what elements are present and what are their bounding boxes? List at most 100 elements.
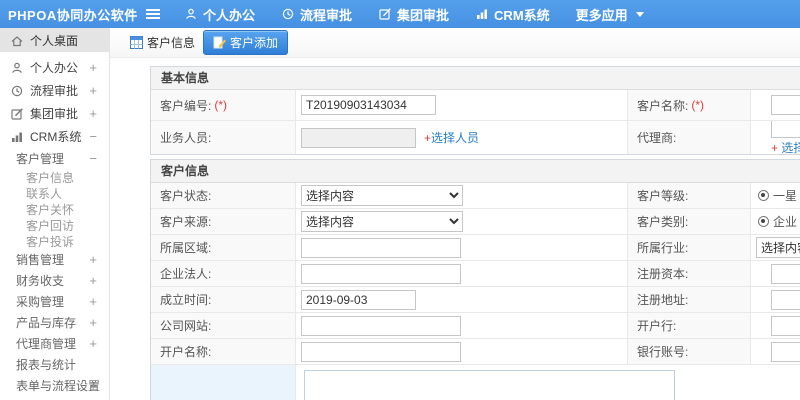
registered-capital-input[interactable] [771, 263, 800, 284]
nav-label: 个人办公 [203, 7, 256, 23]
expand-toggle[interactable]: + [89, 253, 97, 266]
field-label: 业务人员: [160, 131, 212, 145]
nav-crm-system[interactable]: CRM系统 [475, 5, 550, 24]
sidebar-item-label: 销售管理 [16, 253, 65, 267]
sidebar-item-personal-office[interactable]: 个人办公 + [0, 56, 109, 79]
expand-toggle[interactable]: + [89, 316, 97, 329]
sidebar-item-label: 客户回访 [26, 218, 75, 233]
sidebar-item-admin-office[interactable]: 行政办公 + [0, 396, 109, 400]
sidebar-item-label: 集团审批 [30, 107, 79, 121]
sidebar-item-products-inventory[interactable]: 产品与库存 + [0, 312, 109, 333]
sidebar-item-customer-complaint[interactable]: 客户投诉 [0, 233, 109, 249]
expand-toggle[interactable]: + [89, 379, 97, 392]
tab-customer-info[interactable]: 客户信息 [130, 34, 195, 51]
sidebar-item-label: 客户投诉 [26, 234, 75, 249]
tab-label: 客户添加 [230, 36, 279, 50]
field-label: 代理商: [637, 131, 677, 145]
sidebar-item-form-process-settings[interactable]: 表单与流程设置 + [0, 375, 109, 396]
customer-status-select[interactable]: 选择内容 [301, 185, 463, 206]
website-input[interactable] [301, 315, 461, 336]
agent-input[interactable] [771, 121, 800, 138]
field-label: 客户类别: [637, 215, 689, 229]
sidebar-item-sales-management[interactable]: 销售管理 + [0, 249, 109, 270]
sidebar-item-label: 客户关怀 [26, 202, 75, 217]
sidebar-item-purchasing[interactable]: 采购管理 + [0, 291, 109, 312]
required-mark: (*) [691, 98, 705, 112]
nav-personal-office[interactable]: 个人办公 [184, 5, 255, 24]
region-input[interactable] [301, 237, 461, 258]
chart-icon [477, 9, 488, 19]
field-label: 客户等级: [637, 189, 689, 203]
bank-input[interactable] [771, 315, 800, 336]
sidebar-item-customer-management[interactable]: 客户管理 − [0, 148, 109, 169]
collapse-toggle[interactable]: − [89, 152, 97, 165]
expand-toggle[interactable]: + [89, 84, 97, 97]
customer-source-select[interactable]: 选择内容 [301, 211, 463, 232]
industry-select[interactable]: 选择内容 [756, 237, 800, 258]
tab-customer-add[interactable]: 客户添加 [203, 30, 289, 55]
bank-account-input[interactable] [771, 341, 800, 362]
sidebar-item-customer-care[interactable]: 客户关怀 [0, 201, 109, 217]
expand-toggle[interactable]: + [89, 107, 97, 120]
agent-field-cell: + 选择代理商 [751, 121, 800, 154]
caret-down-icon [635, 11, 644, 17]
nav-process-approval[interactable]: 流程审批 [281, 5, 352, 24]
plus-mark: + [771, 140, 779, 155]
legal-person-input[interactable] [301, 263, 461, 284]
sidebar: 个人桌面 个人办公 + 流程审批 + 集团审批 + CRM系统 − 客户管理 −… [0, 28, 110, 400]
expand-toggle[interactable]: + [89, 61, 97, 74]
expand-toggle[interactable]: + [89, 337, 97, 350]
choose-agent-wrap: + 选择代理商 [771, 139, 800, 155]
field-label: 开户行: [637, 319, 677, 333]
customer-name-input[interactable] [771, 95, 800, 115]
nav-more-apps[interactable]: 更多应用 [576, 5, 644, 24]
home-icon [11, 35, 23, 46]
choose-agent-link[interactable]: 选择代理商 [781, 141, 800, 155]
field-label: 开户名称: [160, 345, 212, 359]
sidebar-item-group-approval[interactable]: 集团审批 + [0, 102, 109, 125]
field-label: 客户名称: [637, 98, 689, 113]
registered-address-input[interactable] [771, 289, 800, 310]
person-icon [186, 8, 196, 20]
nav-label: CRM系统 [494, 7, 550, 23]
grade-radio[interactable] [758, 190, 769, 201]
menu-toggle-icon[interactable] [146, 7, 160, 21]
tab-label: 客户信息 [147, 36, 196, 50]
salesman-field-cell: + 选择人员 [296, 121, 628, 154]
sidebar-item-process-approval[interactable]: 流程审批 + [0, 79, 109, 102]
top-nav: 个人办公 流程审批 集团审批 CRM系统 更多应用 [184, 5, 644, 24]
category-radio[interactable] [758, 216, 769, 227]
field-label: 成立时间: [160, 293, 212, 307]
sidebar-item-reports-statistics[interactable]: 报表与统计 [0, 354, 109, 375]
nav-label: 集团审批 [397, 7, 450, 23]
sidebar-item-agent-management[interactable]: 代理商管理 + [0, 333, 109, 354]
remark-field-cell [296, 365, 800, 400]
person-icon [12, 62, 22, 74]
remark-label-cell [151, 365, 296, 400]
sidebar-item-customer-info[interactable]: 客户信息 [0, 169, 109, 185]
expand-toggle[interactable]: + [89, 295, 97, 308]
sidebar-item-contacts[interactable]: 联系人 [0, 185, 109, 201]
sidebar-item-label: 产品与库存 [16, 316, 77, 330]
salesman-input[interactable] [301, 127, 416, 148]
account-name-input[interactable] [301, 341, 461, 362]
nav-label: 更多应用 [575, 7, 628, 23]
choose-person-link[interactable]: 选择人员 [431, 129, 479, 146]
tab-bar: 客户信息 客户添加 [110, 28, 800, 58]
customer-name-field-cell [751, 90, 800, 120]
sidebar-item-label: 采购管理 [16, 295, 65, 309]
collapse-toggle[interactable]: − [89, 130, 97, 143]
sidebar-item-label: 报表与统计 [16, 358, 77, 372]
sidebar-item-personal-desktop[interactable]: 个人桌面 [0, 28, 109, 52]
expand-toggle[interactable]: + [89, 274, 97, 287]
sidebar-item-finance[interactable]: 财务收支 + [0, 270, 109, 291]
process-icon [282, 8, 294, 20]
grid-icon [130, 36, 143, 49]
customer-no-input[interactable] [301, 95, 436, 115]
chart-icon [12, 132, 22, 142]
sidebar-item-customer-revisit[interactable]: 客户回访 [0, 217, 109, 233]
remark-textarea[interactable] [304, 370, 675, 400]
sidebar-item-crm-system[interactable]: CRM系统 − [0, 125, 109, 148]
founded-date-input[interactable] [301, 289, 416, 310]
nav-group-approval[interactable]: 集团审批 [378, 5, 449, 24]
